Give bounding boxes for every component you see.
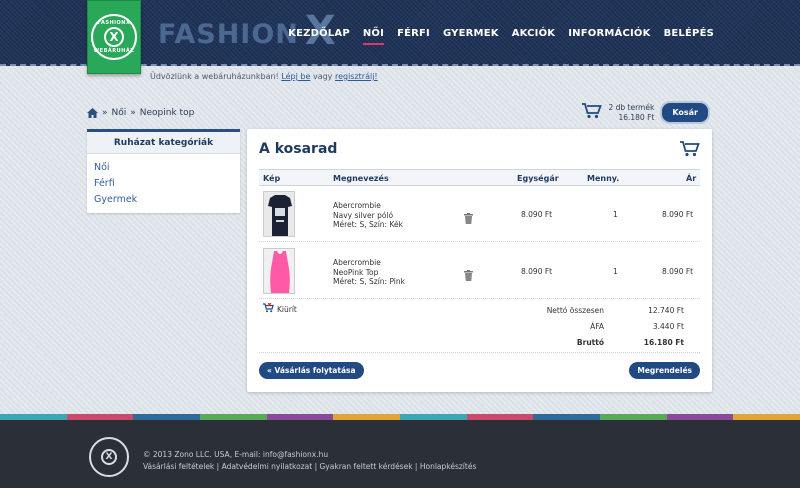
register-link[interactable]: regisztrálj! <box>335 72 378 81</box>
logo-emblem: FASHIONX X WEBÁRUHÁZ <box>91 14 137 60</box>
breadcrumb-separator: » <box>130 108 136 118</box>
product-description: Abercrombie Navy silver póló Méret: S, S… <box>333 201 403 230</box>
line-price: 8.090 Ft <box>662 210 694 219</box>
empty-cart-button[interactable]: Kiürít <box>263 302 297 315</box>
nav-item-noi[interactable]: NŐI <box>362 28 385 45</box>
footer-link-webdesign[interactable]: Honlapkészítés <box>420 462 477 471</box>
site-logo[interactable]: FASHIONX X WEBÁRUHÁZ <box>87 0 141 74</box>
column-header-price: Ár <box>686 174 697 183</box>
welcome-or: vagy <box>312 72 333 81</box>
column-header-name: Megnevezés <box>333 174 389 183</box>
nav-item-ferfi[interactable]: FÉRFI <box>397 28 430 43</box>
nav-item-informaciok[interactable]: INFORMÁCIÓK <box>568 28 650 43</box>
unit-price: 8.090 Ft <box>521 267 553 276</box>
page-title: A kosarad <box>259 141 338 157</box>
mini-cart-count: 2 db termék <box>608 102 655 112</box>
mini-cart-summary: 2 db termék 16.180 Ft <box>608 103 654 123</box>
cart-remove-icon <box>263 302 274 315</box>
table-header: Kép Megnevezés Egységár Menny. Ár <box>259 169 700 186</box>
product-name[interactable]: Navy silver póló <box>333 211 403 221</box>
login-link[interactable]: Lépj be <box>281 72 310 81</box>
column-header-qty: Menny. <box>587 174 620 183</box>
footer-link-faq[interactable]: Gyakran feltett kérdések <box>320 462 413 471</box>
cart-button[interactable]: Kosár <box>660 101 710 124</box>
table-row: Abercrombie NeoPink Top Méret: S, Szín: … <box>259 244 700 299</box>
mini-cart-icon[interactable] <box>582 102 603 123</box>
vat-row: ÁFA 3.440 Ft <box>486 322 686 336</box>
breadcrumb: » Női » Neopink top <box>87 108 194 118</box>
footer-text: © 2013 Zono LLC. USA, E-mail: info@fashi… <box>143 449 476 473</box>
net-total-value: 12.740 Ft <box>648 306 684 315</box>
category-sidebar: Ruházat kategóriák Női Férfi Gyermek <box>87 129 240 213</box>
breadcrumb-item-current: Neopink top <box>139 108 195 118</box>
footer-link-privacy[interactable]: Adatvédelmi nyilatkozat <box>222 462 313 471</box>
gross-total-value: 16.180 Ft <box>643 338 684 347</box>
main-nav: KEZDŐLAP NŐI FÉRFI GYERMEK AKCIÓK INFORM… <box>288 28 714 45</box>
site-footer: X © 2013 Zono LLC. USA, E-mail: info@fas… <box>0 420 800 488</box>
brand-text: FASHION <box>158 19 299 50</box>
product-thumbnail[interactable] <box>263 248 295 294</box>
product-brand: Abercrombie <box>333 258 381 267</box>
footer-logo[interactable]: X <box>89 437 129 477</box>
cart-panel: A kosarad Kép Megnevezés Egységár Menny.… <box>247 129 712 392</box>
quantity[interactable]: 1 <box>613 267 618 276</box>
product-description: Abercrombie NeoPink Top Méret: S, Szín: … <box>333 258 405 287</box>
gross-total-label: Bruttó <box>576 338 604 347</box>
breadcrumb-separator: » <box>102 108 108 118</box>
product-brand: Abercrombie <box>333 201 381 210</box>
nav-item-kezdolap[interactable]: KEZDŐLAP <box>288 28 350 43</box>
logo-letter: X <box>104 27 124 47</box>
welcome-message: Üdvözlünk a webáruházunkban! Lépj be vag… <box>150 72 378 81</box>
footer-link-terms[interactable]: Vásárlási feltételek <box>143 462 214 471</box>
net-total-row: Nettó összesen 12.740 Ft <box>486 306 686 320</box>
nav-item-gyermek[interactable]: GYERMEK <box>443 28 499 43</box>
unit-price: 8.090 Ft <box>521 210 553 219</box>
continue-shopping-button[interactable]: « Vásárlás folytatása <box>259 362 364 379</box>
footer-links: Vásárlási feltételek | Adatvédelmi nyila… <box>143 462 477 471</box>
product-spec: Méret: S, Szín: Kék <box>333 220 403 229</box>
trash-icon[interactable] <box>464 209 473 228</box>
sidebar-item-gyermek[interactable]: Gyermek <box>94 192 233 208</box>
line-price: 8.090 Ft <box>662 267 694 276</box>
vat-value: 3.440 Ft <box>652 322 684 331</box>
net-total-label: Nettó összesen <box>546 306 604 315</box>
quantity[interactable]: 1 <box>613 210 618 219</box>
welcome-text: Üdvözlünk a webáruházunkban! <box>150 72 279 81</box>
vat-label: ÁFA <box>590 322 604 331</box>
gross-total-row: Bruttó 16.180 Ft <box>486 338 686 352</box>
table-row: Abercrombie Navy silver póló Méret: S, S… <box>259 187 700 242</box>
order-button[interactable]: Megrendelés <box>629 362 700 379</box>
logo-text-top: FASHIONX <box>97 20 131 26</box>
product-name[interactable]: NeoPink Top <box>333 268 405 278</box>
sidebar-title: Ruházat kategóriák <box>87 132 240 154</box>
product-spec: Méret: S, Szín: Pink <box>333 277 405 286</box>
trash-icon[interactable] <box>464 266 473 285</box>
column-header-unit-price: Egységár <box>517 174 559 183</box>
mini-cart-total: 16.180 Ft <box>618 112 655 122</box>
breadcrumb-item-noi[interactable]: Női <box>112 108 127 118</box>
mini-cart: 2 db termék 16.180 Ft Kosár <box>582 101 710 124</box>
nav-item-akciok[interactable]: AKCIÓK <box>512 28 556 43</box>
column-header-image: Kép <box>263 174 281 183</box>
nav-item-belepes[interactable]: BELÉPÉS <box>664 28 714 43</box>
sidebar-item-ferfi[interactable]: Férfi <box>94 176 233 192</box>
sidebar-item-noi[interactable]: Női <box>94 160 233 176</box>
product-thumbnail[interactable] <box>263 191 295 237</box>
divider <box>259 352 700 353</box>
footer-copyright: © 2013 Zono LLC. USA, E-mail: info@fashi… <box>143 450 329 459</box>
cart-totals: Kiürít Nettó összesen 12.740 Ft ÁFA 3.44… <box>259 299 700 351</box>
logo-text-bottom: WEBÁRUHÁZ <box>93 48 135 54</box>
category-list: Női Férfi Gyermek <box>87 154 240 214</box>
footer-logo-letter: X <box>101 449 117 465</box>
home-icon[interactable] <box>87 108 98 118</box>
empty-cart-label: Kiürít <box>277 304 297 314</box>
cart-icon <box>680 141 700 161</box>
